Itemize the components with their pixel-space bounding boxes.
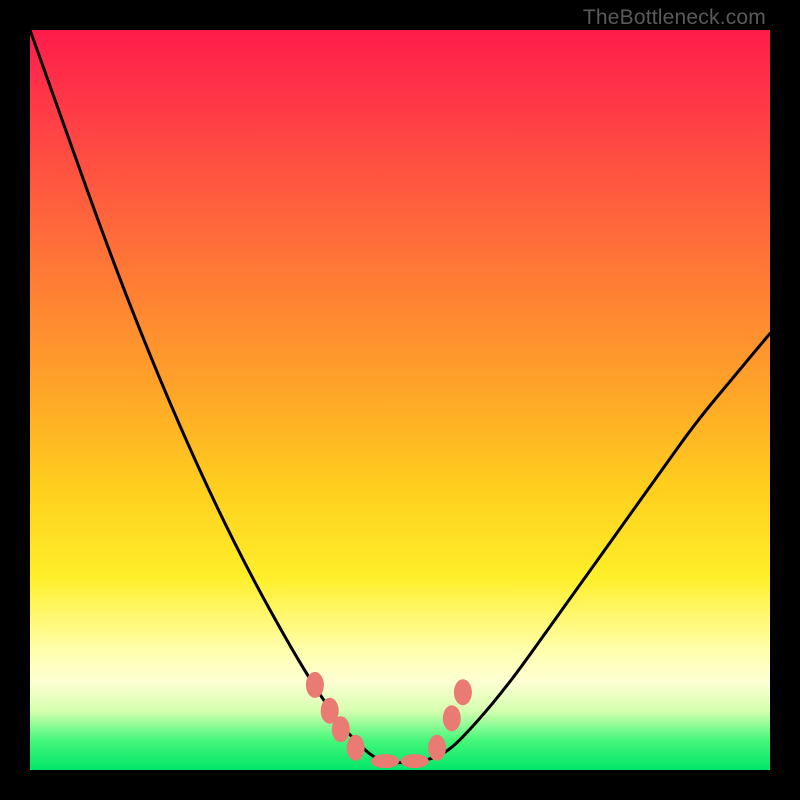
valley-knot xyxy=(443,705,461,731)
valley-knot xyxy=(428,735,446,761)
chart-frame: TheBottleneck.com xyxy=(0,0,800,800)
valley-knot xyxy=(401,754,429,768)
valley-knot xyxy=(347,735,365,761)
valley-knot xyxy=(306,672,324,698)
plot-area xyxy=(30,30,770,770)
curve-layer xyxy=(30,30,770,770)
valley-knots xyxy=(306,672,472,768)
watermark-text: TheBottleneck.com xyxy=(583,6,766,30)
valley-knot xyxy=(371,754,399,768)
valley-knot xyxy=(454,679,472,705)
bottleneck-curve xyxy=(30,30,770,763)
valley-knot xyxy=(332,716,350,742)
